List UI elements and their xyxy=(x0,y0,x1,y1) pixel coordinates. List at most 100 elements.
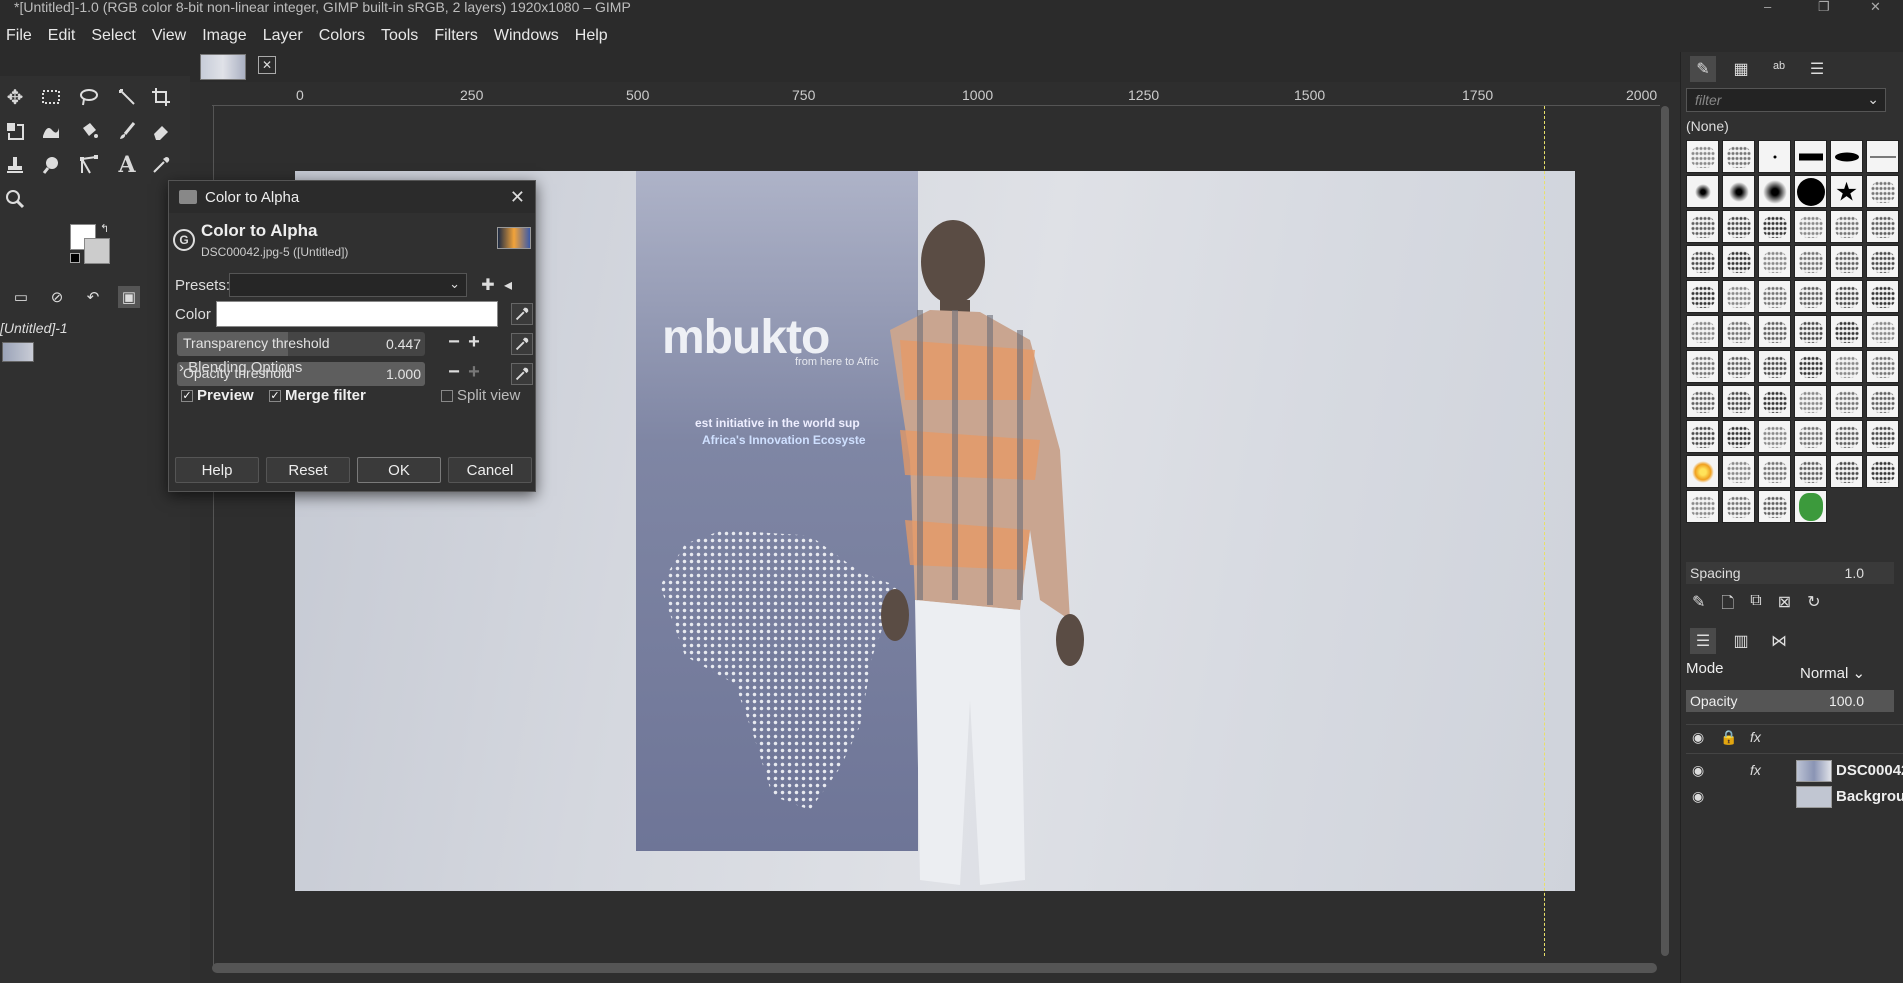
swap-colors-icon[interactable]: ↰ xyxy=(100,222,109,235)
reset-button[interactable]: Reset xyxy=(266,457,350,483)
split-view-checkbox[interactable]: Split view xyxy=(441,387,520,404)
increase-transparency-icon[interactable]: + xyxy=(465,331,483,354)
color-picker-tool-icon[interactable] xyxy=(148,152,174,178)
brush-preset[interactable] xyxy=(1686,420,1719,453)
brush-preset[interactable] xyxy=(1830,350,1863,383)
brush-preset[interactable] xyxy=(1866,140,1899,173)
brush-preset[interactable] xyxy=(1758,280,1791,313)
smudge-tool-icon[interactable] xyxy=(38,152,64,178)
background-color-swatch[interactable] xyxy=(84,238,110,264)
duplicate-brush-icon[interactable]: ⧉ xyxy=(1750,592,1761,619)
brush-preset[interactable] xyxy=(1722,385,1755,418)
brushes-tab-icon[interactable]: ✎ xyxy=(1690,56,1716,82)
menu-layer[interactable]: Layer xyxy=(263,27,303,45)
decrease-opacity-icon[interactable]: − xyxy=(445,361,463,384)
layer-opacity-slider[interactable]: Opacity 100.0 xyxy=(1686,690,1894,712)
eraser-tool-icon[interactable] xyxy=(148,118,174,144)
menu-file[interactable]: File xyxy=(6,27,32,45)
preset-menu-icon[interactable]: ◂ xyxy=(499,276,517,294)
brush-preset[interactable] xyxy=(1758,140,1791,173)
text-tool-icon[interactable]: A xyxy=(114,152,140,178)
transparency-threshold-slider[interactable]: Transparency threshold 0.447 xyxy=(177,332,425,356)
horizontal-scrollbar[interactable] xyxy=(212,963,1657,973)
brush-preset[interactable] xyxy=(1830,140,1863,173)
brush-preset[interactable] xyxy=(1794,280,1827,313)
brush-preset[interactable] xyxy=(1758,175,1791,208)
brush-preset[interactable] xyxy=(1794,315,1827,348)
eye-icon[interactable]: ◉ xyxy=(1692,788,1704,805)
brush-preset[interactable] xyxy=(1794,245,1827,278)
brush-preset[interactable] xyxy=(1722,350,1755,383)
add-preset-icon[interactable]: ✚ xyxy=(479,276,497,294)
brush-preset[interactable] xyxy=(1794,210,1827,243)
brush-preset[interactable] xyxy=(1794,350,1827,383)
vertical-scrollbar[interactable] xyxy=(1661,106,1669,956)
color-button[interactable] xyxy=(216,301,498,327)
brush-preset[interactable] xyxy=(1866,315,1899,348)
brush-preset[interactable] xyxy=(1830,245,1863,278)
brush-preset[interactable] xyxy=(1722,175,1755,208)
cancel-button[interactable]: Cancel xyxy=(448,457,532,483)
device-status-tab-icon[interactable]: ⊘ xyxy=(46,286,68,308)
color-eyedropper-icon[interactable] xyxy=(511,303,533,325)
new-brush-icon[interactable]: 🗋 xyxy=(1721,592,1734,619)
vertical-guide[interactable] xyxy=(1544,106,1545,956)
brush-preset[interactable] xyxy=(1866,245,1899,278)
help-button[interactable]: Help xyxy=(175,457,259,483)
default-colors-icon[interactable] xyxy=(70,253,80,263)
brush-preset[interactable] xyxy=(1758,385,1791,418)
brush-preset[interactable] xyxy=(1758,455,1791,488)
close-window-button[interactable]: ✕ xyxy=(1870,0,1881,14)
brush-preset[interactable] xyxy=(1686,385,1719,418)
menu-filters[interactable]: Filters xyxy=(434,27,478,45)
undo-history-tab-icon[interactable]: ↶ xyxy=(82,286,104,308)
paths-tool-icon[interactable] xyxy=(76,152,102,178)
brush-preset[interactable] xyxy=(1794,455,1827,488)
eye-icon[interactable]: ◉ xyxy=(1692,762,1704,779)
brush-preset[interactable] xyxy=(1794,490,1827,523)
crop-tool-icon[interactable] xyxy=(148,84,174,110)
menu-windows[interactable]: Windows xyxy=(494,27,559,45)
image-list-thumbnail[interactable] xyxy=(2,342,34,362)
delete-brush-icon[interactable]: ⊠ xyxy=(1778,592,1791,619)
brush-preset[interactable] xyxy=(1830,280,1863,313)
merge-filter-checkbox[interactable]: ✓ Merge filter xyxy=(269,387,366,404)
menu-image[interactable]: Image xyxy=(202,27,246,45)
brush-preset[interactable] xyxy=(1758,245,1791,278)
ok-button[interactable]: OK xyxy=(357,457,441,483)
brush-preset[interactable] xyxy=(1686,280,1719,313)
brush-preset[interactable] xyxy=(1722,245,1755,278)
close-image-tab-icon[interactable]: ✕ xyxy=(258,56,276,74)
layer-row[interactable]: ◉ fx DSC00042 xyxy=(1686,758,1903,784)
brush-preset[interactable] xyxy=(1830,210,1863,243)
menu-tools[interactable]: Tools xyxy=(381,27,418,45)
brush-preset[interactable] xyxy=(1722,490,1755,523)
menu-edit[interactable]: Edit xyxy=(48,27,76,45)
transform-tool-icon[interactable] xyxy=(2,118,28,144)
brush-spacing-slider[interactable]: Spacing 1.0 xyxy=(1686,562,1894,584)
clone-tool-icon[interactable] xyxy=(2,152,28,178)
edit-brush-icon[interactable]: ✎ xyxy=(1692,592,1705,619)
brush-preset[interactable] xyxy=(1794,175,1827,208)
brush-preset[interactable] xyxy=(1758,210,1791,243)
brush-preset[interactable] xyxy=(1686,175,1719,208)
increase-opacity-icon[interactable]: + xyxy=(465,361,483,384)
fuzzy-select-tool-icon[interactable] xyxy=(114,84,140,110)
brush-preset[interactable] xyxy=(1794,140,1827,173)
brush-preset[interactable] xyxy=(1722,420,1755,453)
zoom-tool-icon[interactable] xyxy=(2,186,28,212)
opacity-threshold-value[interactable]: 1.000 xyxy=(386,366,421,382)
brush-preset[interactable] xyxy=(1866,280,1899,313)
brush-filter-input[interactable]: filter ⌄ xyxy=(1686,88,1886,112)
images-tab-icon[interactable]: ▣ xyxy=(118,286,140,308)
dialog-close-icon[interactable]: ✕ xyxy=(510,187,525,208)
lasso-tool-icon[interactable] xyxy=(76,84,102,110)
brush-preset[interactable] xyxy=(1686,210,1719,243)
brush-preset[interactable] xyxy=(1722,315,1755,348)
channels-tab-icon[interactable]: ▥ xyxy=(1728,628,1754,654)
brush-preset[interactable] xyxy=(1686,490,1719,523)
brush-preset[interactable] xyxy=(1758,315,1791,348)
brush-preset[interactable] xyxy=(1686,350,1719,383)
minimize-button[interactable]: – xyxy=(1764,0,1771,14)
menu-view[interactable]: View xyxy=(152,27,186,45)
